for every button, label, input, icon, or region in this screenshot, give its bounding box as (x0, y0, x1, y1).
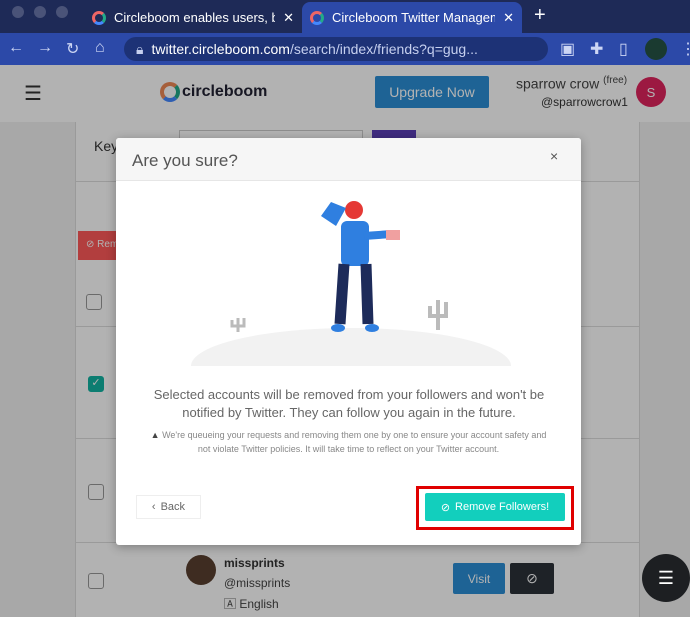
circleboom-favicon-icon (92, 10, 106, 25)
browser-tab-bar: Circleboom enables users, bran ✕ Circleb… (0, 0, 690, 33)
dialog-header: Are you sure? × (116, 138, 581, 181)
dialog-warning: ▲ We're queueing your requests and remov… (150, 430, 547, 454)
floating-menu-button[interactable]: ☰ (642, 554, 690, 602)
confused-person-illustration (191, 201, 511, 366)
minimize-window-button[interactable] (34, 6, 46, 18)
forward-icon[interactable]: → (37, 39, 53, 57)
back-icon[interactable]: ← (8, 39, 24, 57)
remove-followers-button[interactable]: ⊘ Remove Followers! (425, 493, 565, 521)
close-tab-icon[interactable]: ✕ (503, 10, 514, 26)
new-tab-button[interactable]: + (534, 4, 546, 27)
url-bar[interactable]: 🔒︎ twitter.circleboom.com/search/index/f… (124, 37, 548, 61)
warning-icon: ▲ (150, 430, 160, 440)
menu-icon[interactable]: ⋮ (680, 39, 690, 59)
reload-icon[interactable]: ↻ (66, 39, 79, 59)
close-window-button[interactable] (12, 6, 24, 18)
extension-icon[interactable]: ▣ (560, 39, 575, 59)
menu-icon: ☰ (657, 567, 675, 588)
close-icon[interactable]: × (550, 148, 558, 164)
back-button[interactable]: ‹ Back (136, 495, 201, 519)
dialog-message: Selected accounts will be removed from y… (153, 387, 545, 420)
sidebar-icon[interactable]: ▯ (619, 39, 628, 59)
confirm-dialog: Are you sure? × Selected accounts will b… (116, 138, 581, 545)
dialog-title: Are you sure? (132, 151, 238, 170)
puzzle-icon[interactable]: ✚ (590, 39, 603, 59)
maximize-window-button[interactable] (56, 6, 68, 18)
lock-icon: 🔒︎ (136, 40, 144, 57)
circleboom-favicon-icon (310, 10, 324, 25)
eye-slash-icon: ⊘ (440, 501, 451, 514)
profile-avatar[interactable] (645, 38, 667, 60)
browser-tab-active[interactable]: Circleboom Twitter Managemen ✕ (302, 2, 522, 33)
home-icon[interactable]: ⌂ (95, 39, 105, 57)
browser-tab[interactable]: Circleboom enables users, bran ✕ (84, 2, 302, 33)
close-tab-icon[interactable]: ✕ (283, 10, 294, 26)
chevron-left-icon: ‹ (151, 501, 156, 513)
